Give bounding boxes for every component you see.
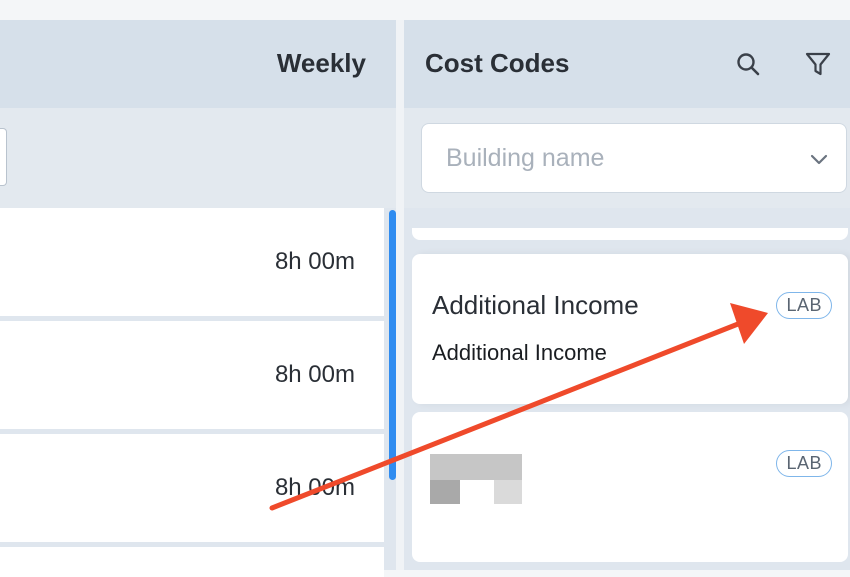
panel-divider <box>396 20 404 570</box>
weekly-toolbar <box>0 108 396 208</box>
filter-icon[interactable] <box>804 50 832 78</box>
cost-code-card[interactable]: Additional Income Additional Income LAB <box>412 254 848 404</box>
row-hours: 8h 00m <box>274 361 355 388</box>
cost-code-type-badge: LAB <box>776 450 832 477</box>
row-hours: 8h 00m <box>274 474 355 501</box>
redacted-content <box>430 454 522 504</box>
timesheet-row[interactable]: 8h 00m <box>0 208 384 316</box>
cost-code-type-badge: LAB <box>776 292 832 319</box>
cost-code-card-partial <box>412 228 848 240</box>
weekly-title: Weekly <box>276 48 366 78</box>
cost-codes-title: Cost Codes <box>425 48 570 78</box>
cost-code-title: Additional Income <box>432 290 639 320</box>
cost-codes-header: Cost Codes <box>404 20 850 108</box>
timesheet-row[interactable]: 8h 00m <box>0 321 384 429</box>
weekly-input-edge[interactable] <box>0 128 7 186</box>
building-name-select[interactable]: Building name <box>421 123 847 193</box>
top-strip <box>0 0 850 20</box>
row-hours: 8h 00m <box>274 248 355 275</box>
cost-codes-panel: Cost Codes Building name Additional Inco… <box>404 20 850 570</box>
building-select-placeholder: Building name <box>446 144 605 172</box>
chevron-down-icon <box>808 148 830 170</box>
cost-code-description: Additional Income <box>432 340 607 365</box>
scrollbar-thumb[interactable] <box>389 210 396 480</box>
timesheet-row[interactable] <box>0 547 384 577</box>
weekly-header: Weekly <box>0 20 396 108</box>
weekly-panel: Weekly 8h 00m 8h 00m 8h 00m <box>0 20 396 577</box>
cost-code-card[interactable]: LAB <box>412 412 848 562</box>
timesheet-row[interactable]: 8h 00m <box>0 434 384 542</box>
search-icon[interactable] <box>734 50 762 78</box>
